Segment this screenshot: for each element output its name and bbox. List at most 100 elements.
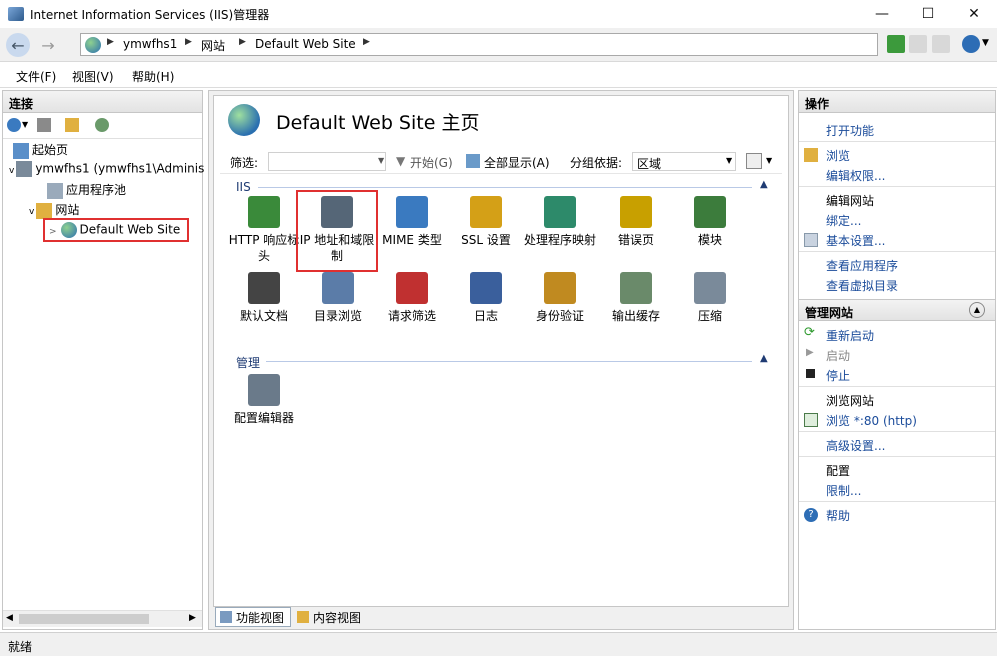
ssl-lock-icon [470,196,502,228]
action-view-virtual-directories[interactable]: 查看虚拟目录 [826,277,898,294]
chevron-down-icon[interactable]: ▼ [378,156,384,165]
action-stop[interactable]: 停止 [826,367,850,384]
config-heading: 配置 [826,464,851,478]
show-all-button[interactable]: 全部显示(A) [484,154,550,171]
tab-features-view[interactable]: 功能视图 [215,607,291,627]
separator [799,456,995,457]
website-globe-icon [60,222,77,238]
feature-configuration-editor[interactable]: 配置编辑器 [226,374,302,426]
scroll-thumb[interactable] [19,614,149,624]
menu-view[interactable]: 视图(V) [72,68,114,85]
feature-compression[interactable]: 压缩 [672,272,748,324]
action-help[interactable]: 帮助 [826,507,850,524]
page-title: Default Web Site 主页 [276,112,480,134]
collapse-up-icon[interactable]: ▲ [760,179,768,190]
home-icon[interactable] [932,35,950,53]
feature-output-caching[interactable]: 输出缓存 [598,272,674,324]
feature-ssl-settings[interactable]: SSL 设置 [448,196,524,248]
globe-icon [85,37,101,53]
separator [799,141,995,142]
feature-default-document[interactable]: 默认文档 [226,272,302,324]
browse-folder-icon [804,148,818,162]
chevron-down-icon[interactable]: v [9,166,14,176]
menu-file[interactable]: 文件(F) [16,68,56,85]
group-by-select[interactable]: 区域 [632,152,736,171]
feature-handler-mappings[interactable]: 处理程序映射 [522,196,598,248]
action-browse-80[interactable]: 浏览 *:80 (http) [826,412,917,429]
feature-authentication[interactable]: 身份验证 [522,272,598,324]
view-mode-icon[interactable] [746,153,762,169]
tree-item-app-pools[interactable]: 应用程序池 [47,181,126,201]
restart-icon: ⟳ [804,325,815,340]
action-bindings[interactable]: 绑定... [826,212,861,229]
feature-view: Default Web Site 主页 筛选: ▼ ▼ 开始(G) 全部显示(A… [213,95,789,607]
connections-pane: 连接 ▼ 起始页 v ymwfhs1 (ymwfhs1\Adminis 应用程序池… [2,90,204,630]
start-page-icon [13,142,29,159]
close-button[interactable]: ✕ [951,0,997,28]
feature-modules[interactable]: 模块 [672,196,748,248]
address-bar: ← → ▶ ymwfhs1 ▶ 网站 ▶ Default Web Site ▶ … [0,28,997,62]
output-caching-icon [620,272,652,304]
browse-site-heading: 浏览网站 [826,394,875,408]
breadcrumb-server[interactable]: ymwfhs1 [123,37,177,51]
tab-content-view[interactable]: 内容视图 [293,607,369,627]
feature-ip-restrictions[interactable]: IP 地址和域限制 [296,190,378,272]
feature-logging[interactable]: 日志 [448,272,524,324]
section-divider [258,187,752,188]
breadcrumb-separator-icon: ▶ [363,37,370,47]
scroll-right-icon[interactable]: ▶ [189,613,196,623]
disconnect-icon[interactable] [95,118,109,132]
minimize-button[interactable]: — [859,0,905,28]
refresh-icon[interactable] [887,35,905,53]
feature-directory-browsing[interactable]: 目录浏览 [300,272,376,324]
connect-icon[interactable] [7,118,21,132]
address-box[interactable]: ▶ ymwfhs1 ▶ 网站 ▶ Default Web Site ▶ [80,33,878,56]
save-icon[interactable] [37,118,51,132]
chevron-right-icon[interactable]: > [49,227,57,237]
feature-error-pages[interactable]: 错误页 [598,196,674,248]
action-restart[interactable]: 重新启动 [826,327,874,344]
action-advanced-settings[interactable]: 高级设置... [826,437,885,454]
help-icon: ? [804,508,818,522]
separator [799,501,995,502]
chevron-down-icon[interactable]: ▼ [766,156,772,165]
http-headers-icon [248,196,280,228]
action-edit-permissions[interactable]: 编辑权限... [826,167,885,184]
menu-bar: 文件(F) 视图(V) 帮助(H) [0,62,997,88]
action-limits[interactable]: 限制... [826,482,861,499]
forward-arrow-icon[interactable]: → [36,33,60,57]
horizontal-scrollbar[interactable]: ◀ ▶ [3,610,202,627]
action-view-applications[interactable]: 查看应用程序 [826,257,898,274]
collapse-up-icon[interactable]: ▲ [760,353,768,364]
back-arrow-icon[interactable]: ← [6,33,30,57]
filter-funnel-icon: ▼ [396,154,406,168]
feature-http-headers[interactable]: HTTP 响应标头 [226,196,302,264]
help-icon[interactable] [962,35,980,53]
chevron-down-icon[interactable]: v [29,207,34,217]
chevron-down-icon[interactable]: ▼ [982,38,989,48]
maximize-button[interactable]: ☐ [905,0,951,28]
action-browse[interactable]: 浏览 [826,147,850,164]
mime-types-icon [396,196,428,228]
tree-item-server[interactable]: v ymwfhs1 (ymwfhs1\Adminis [9,161,204,181]
breadcrumb-sites[interactable]: 网站 [201,37,225,54]
filter-input[interactable] [268,152,386,171]
scroll-left-icon[interactable]: ◀ [6,613,13,623]
action-basic-settings[interactable]: 基本设置... [826,232,885,249]
tree-item-start-page[interactable]: 起始页 [13,141,68,161]
breadcrumb-site[interactable]: Default Web Site [255,37,356,51]
up-folder-icon[interactable] [65,118,79,132]
menu-help[interactable]: 帮助(H) [132,68,174,85]
start-filter-button[interactable]: 开始(G) [410,154,453,171]
title-bar: Internet Information Services (IIS)管理器 —… [0,0,997,28]
tree-item-default-web-site[interactable]: > Default Web Site [43,218,189,242]
feature-mime-types[interactable]: MIME 类型 [374,196,450,248]
stop-icon[interactable] [909,35,927,53]
default-document-icon [248,272,280,304]
collapse-up-icon[interactable]: ▲ [969,302,985,318]
request-filtering-icon [396,272,428,304]
feature-request-filtering[interactable]: 请求筛选 [374,272,450,324]
chevron-down-icon[interactable]: ▼ [726,156,732,165]
chevron-down-icon[interactable]: ▼ [22,120,28,129]
action-open-feature[interactable]: 打开功能 [826,122,874,139]
